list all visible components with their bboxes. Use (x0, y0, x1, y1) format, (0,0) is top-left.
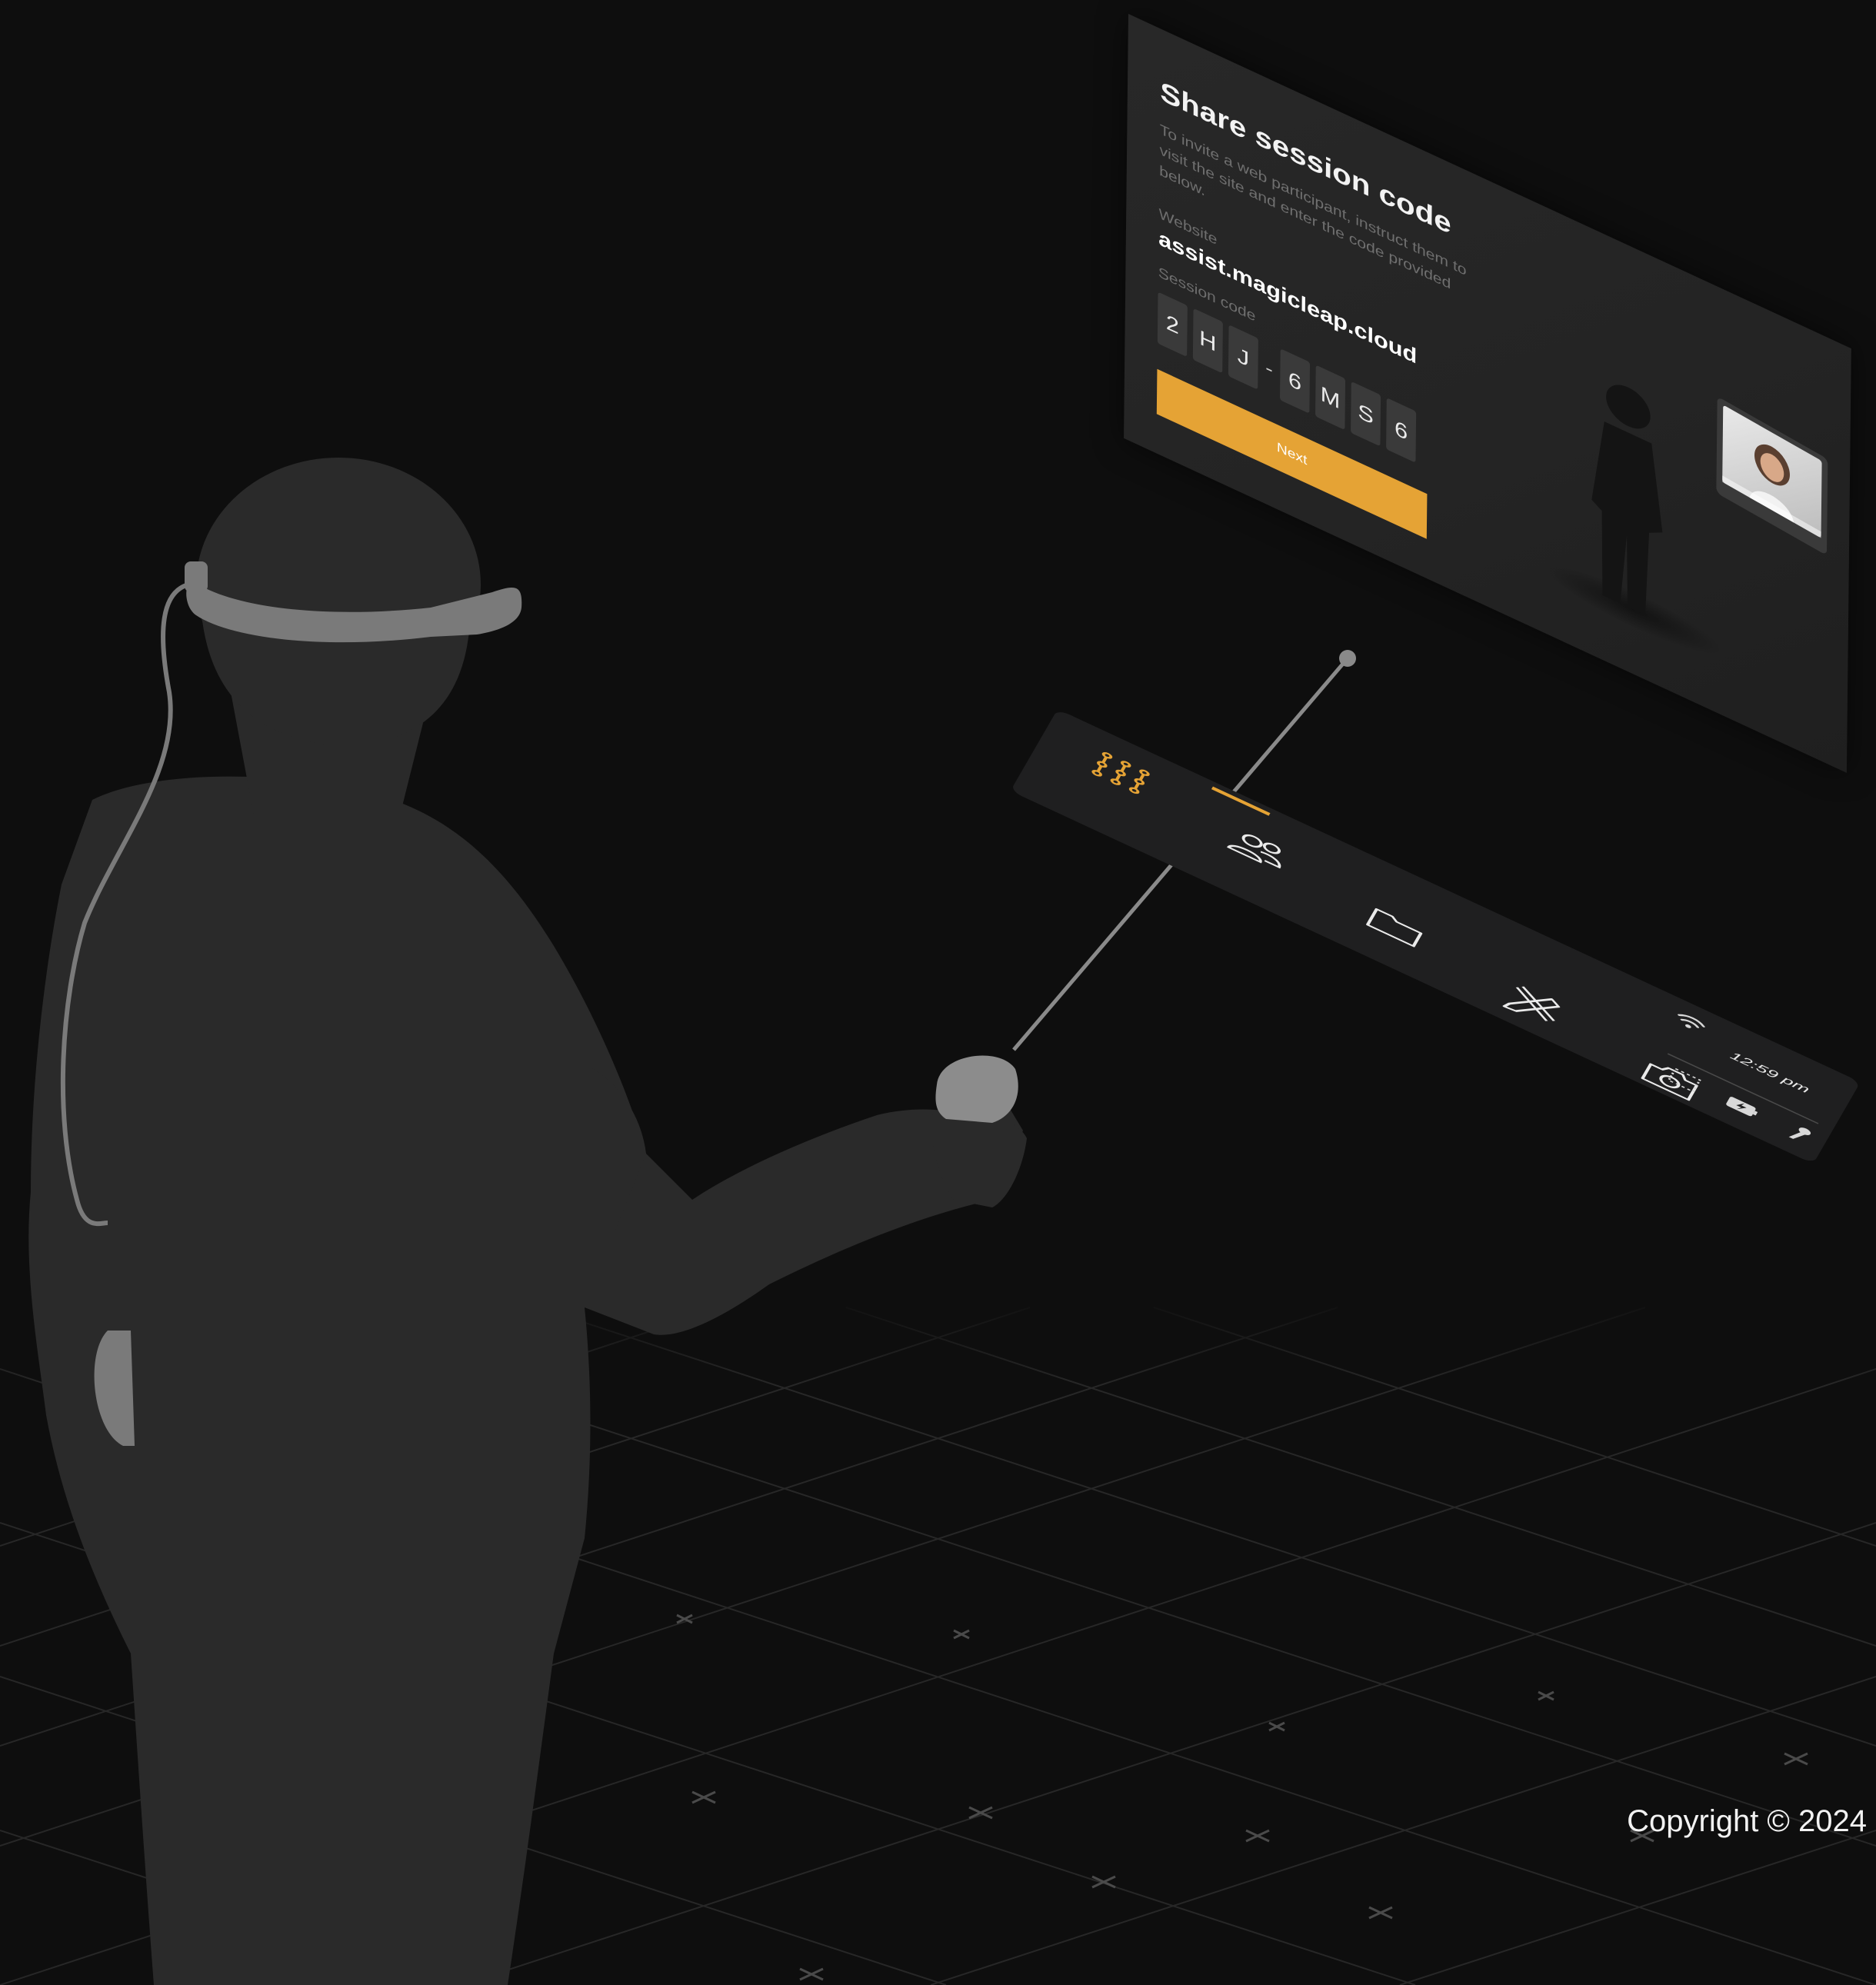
code-char: 6 (1386, 398, 1417, 463)
code-char: 2 (1157, 291, 1188, 358)
copyright-text: Copyright © 2024 (1627, 1804, 1867, 1838)
code-char: M (1315, 365, 1346, 431)
pointer-dot (1339, 650, 1356, 667)
code-char: 6 (1279, 348, 1311, 414)
apps-icon[interactable] (1085, 746, 1158, 800)
vr-scene: Share session code To invite a web parti… (0, 0, 1876, 1985)
code-separator: - (1265, 356, 1273, 381)
video-window (1716, 398, 1828, 554)
clock-time: 12:59 pm (1728, 1049, 1812, 1096)
controller-icon (935, 1055, 1018, 1123)
code-char: J (1228, 325, 1258, 390)
people-icon[interactable] (1221, 823, 1295, 877)
wifi-icon (1678, 1014, 1705, 1028)
folder-icon[interactable] (1359, 900, 1432, 954)
floor-markers (676, 1614, 1808, 1981)
person-silhouette (28, 458, 1027, 1985)
code-char: S (1351, 381, 1381, 447)
code-char: H (1192, 308, 1223, 374)
